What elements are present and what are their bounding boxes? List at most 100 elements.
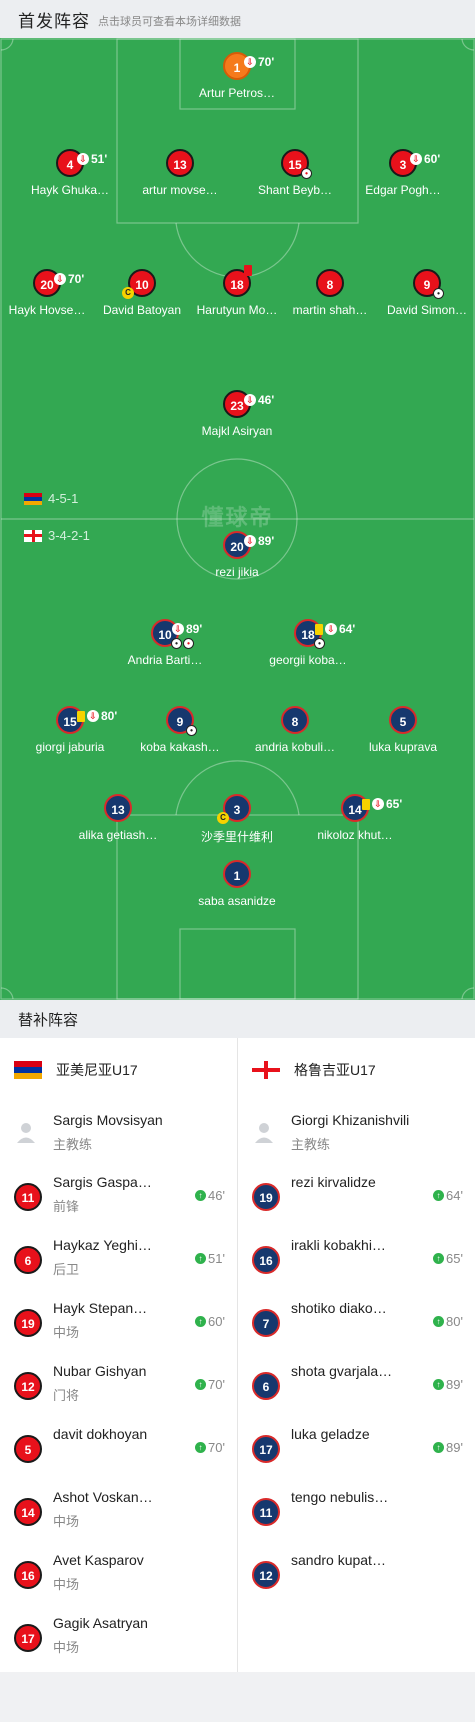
player-home-23[interactable]: 23 ⇩ 46' Majkl Asiryan: [182, 390, 292, 438]
player-away-1[interactable]: 1 saba asanidze: [182, 860, 292, 908]
sub-row-home-16[interactable]: 16 Avet Kasparov 中场: [0, 1543, 237, 1606]
shirt-number: 13: [104, 794, 132, 822]
player-home-15[interactable]: 15 • Shant Beyb…: [240, 149, 350, 197]
shirt-number: 12: [14, 1372, 42, 1400]
shirt-number: 3 ⇩ 60': [389, 149, 440, 177]
substitution-out-icon: ⇩: [172, 623, 184, 635]
coach-row-away[interactable]: Giorgi Khizanishvili 主教练: [238, 1102, 475, 1165]
shirt-number: 10 C: [122, 269, 156, 299]
substitution-out-icon: ⇩: [410, 153, 422, 165]
georgia-flag-icon: [24, 529, 42, 542]
coach-role: 主教练: [291, 1137, 331, 1152]
armenia-flag-icon: [14, 1061, 42, 1079]
substitution-in-icon: ↑: [433, 1442, 445, 1453]
sub-in-time: ↑ 46': [195, 1188, 225, 1203]
substitution-out-icon: ⇩: [244, 535, 256, 547]
sub-row-home-19[interactable]: 19 Hayk Stepan… 中场 ↑ 60': [0, 1291, 237, 1354]
captain-icon: C: [217, 812, 229, 824]
sub-row-home-5[interactable]: 5 davit dokhoyan ↑ 70': [0, 1417, 237, 1480]
sub-in-time: ↑ 70': [195, 1377, 225, 1392]
substitution-out-icon: ⇩: [325, 623, 337, 635]
player-away-5[interactable]: 5 luka kuprava: [348, 706, 458, 754]
sub-row-away-12[interactable]: 12 sandro kupat…: [238, 1543, 475, 1606]
sub-row-away-7[interactable]: 7 shotiko diako… ↑ 80': [238, 1291, 475, 1354]
player-name: georgii koba…: [269, 653, 347, 667]
player-away-10[interactable]: 10 ⇩ 89' • • Andria Barti…: [110, 619, 220, 667]
shirt-number: 13: [166, 149, 194, 177]
player-away-8[interactable]: 8 andria kobuli…: [240, 706, 350, 754]
sub-row-home-6[interactable]: 6 Haykaz Yeghi… 后卫 ↑ 51': [0, 1228, 237, 1291]
player-position: 中场: [53, 1325, 80, 1340]
sub-minute: 70': [68, 272, 85, 286]
player-name: Avet Kasparov: [53, 1552, 144, 1568]
sub-row-home-17[interactable]: 17 Gagik Asatryan 中场: [0, 1606, 237, 1669]
shirt-number: 20 ⇩ 70': [33, 269, 84, 297]
player-home-1[interactable]: 1 ⇩ 70' Artur Petros…: [182, 52, 292, 100]
sub-minute: 80': [101, 709, 118, 723]
team-header-away[interactable]: 格鲁吉亚U17: [238, 1038, 475, 1102]
sub-in-minute: 89': [446, 1377, 463, 1392]
sub-in-time: ↑ 70': [195, 1440, 225, 1455]
player-home-3[interactable]: 3 ⇩ 60' Edgar Pogh…: [348, 149, 458, 197]
player-events: [244, 265, 254, 276]
shirt-number: 16: [252, 1246, 280, 1274]
lineup-hint: 点击球员可查看本场详细数据: [98, 15, 241, 28]
player-name: luka kuprava: [368, 740, 438, 754]
player-away-15[interactable]: 15 ⇩ 80' giorgi jaburia: [15, 706, 125, 754]
sub-in-minute: 80': [446, 1314, 463, 1329]
substitution-out-icon: ⇩: [244, 394, 256, 406]
goal-ball-icon: •: [186, 725, 197, 736]
player-name: Haykaz Yeghi…: [53, 1237, 152, 1253]
player-name: tengo nebulis…: [291, 1489, 389, 1505]
armenia-flag-icon: [24, 492, 42, 505]
pitch: 懂球帝 4-5-1 3-4-2-1 1 ⇩ 70' Artur Petros… 4 ⇩ 51…: [0, 38, 475, 1000]
sub-minute: 46': [258, 393, 275, 407]
player-away-18[interactable]: 18 ⇩ 64' • georgii koba…: [253, 619, 363, 667]
player-events: ⇩ 80': [77, 702, 117, 730]
team-header-home[interactable]: 亚美尼亚U17: [0, 1038, 237, 1102]
sub-minute: 89': [258, 534, 275, 548]
shirt-number: 6: [14, 1246, 42, 1274]
red-card-icon: [244, 265, 252, 276]
shirt-number: 6: [252, 1372, 280, 1400]
sub-row-away-11[interactable]: 11 tengo nebulis…: [238, 1480, 475, 1543]
player-home-8[interactable]: 8 martin shah…: [275, 269, 385, 317]
player-name: David Simon…: [386, 303, 468, 317]
player-name: David Batoyan: [102, 303, 182, 317]
coach-row-home[interactable]: Sargis Movsisyan 主教练: [0, 1102, 237, 1165]
sub-row-away-17[interactable]: 17 luka geladze ↑ 89': [238, 1417, 475, 1480]
player-home-4[interactable]: 4 ⇩ 51' Hayk Ghuka…: [15, 149, 125, 197]
player-away-9[interactable]: 9 • koba kakash…: [125, 706, 235, 754]
shirt-number: 8: [281, 706, 309, 734]
player-name: giorgi jaburia: [35, 740, 105, 754]
shirt-number: 9 •: [166, 706, 197, 736]
sub-row-away-19[interactable]: 19 rezi kirvalidze ↑ 64': [238, 1165, 475, 1228]
own-goal-icon: •: [183, 638, 194, 649]
shirt-number: 17: [14, 1624, 42, 1652]
player-away-13[interactable]: 13 alika getiash…: [63, 794, 173, 842]
sub-row-home-11[interactable]: 11 Sargis Gaspa… 前锋 ↑ 46': [0, 1165, 237, 1228]
player-name: Artur Petros…: [198, 86, 276, 100]
goal-ball-icon: •: [171, 638, 182, 649]
substitution-out-icon: ⇩: [372, 798, 384, 810]
sub-in-time: ↑ 65': [433, 1251, 463, 1266]
subs-home-column: 亚美尼亚U17 Sargis Movsisyan 主教练 11 Sargis Ga…: [0, 1038, 238, 1672]
player-home-13[interactable]: 13 artur movse…: [125, 149, 235, 197]
shirt-number: 19: [252, 1183, 280, 1211]
shirt-number: 4 ⇩ 51': [56, 149, 107, 177]
player-home-10[interactable]: 10 C David Batoyan: [87, 269, 197, 317]
player-away-20[interactable]: 20 ⇩ 89' rezi jikia: [182, 531, 292, 579]
sub-row-away-16[interactable]: 16 irakli kobakhi… ↑ 65': [238, 1228, 475, 1291]
player-away-14[interactable]: 14 ⇩ 65' nikoloz khut…: [300, 794, 410, 842]
coach-name: Giorgi Khizanishvili: [291, 1112, 410, 1128]
sub-row-home-12[interactable]: 12 Nubar Gishyan 门将 ↑ 70': [0, 1354, 237, 1417]
shirt-number: 12: [252, 1561, 280, 1589]
player-name: shota gvarjala…: [291, 1363, 393, 1379]
sub-row-home-14[interactable]: 14 Ashot Voskan… 中场: [0, 1480, 237, 1543]
sub-row-away-6[interactable]: 6 shota gvarjala… ↑ 89': [238, 1354, 475, 1417]
player-position: 中场: [53, 1577, 80, 1592]
coach-role: 主教练: [53, 1137, 93, 1152]
player-away-3[interactable]: 3 C 沙季里什维利: [182, 794, 292, 845]
own-goal-icon: •: [301, 168, 312, 179]
player-home-9[interactable]: 9 • David Simon…: [372, 269, 475, 317]
